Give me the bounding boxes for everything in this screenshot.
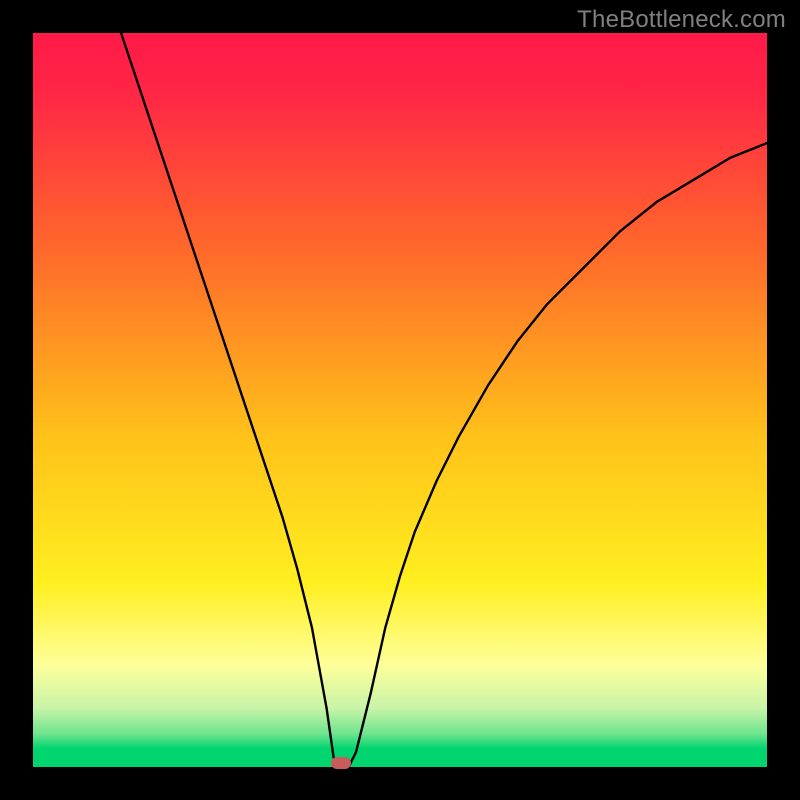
chart-frame: TheBottleneck.com — [0, 0, 800, 800]
bottleneck-curve — [33, 33, 767, 767]
watermark-text: TheBottleneck.com — [577, 6, 786, 34]
plot-area — [33, 33, 767, 767]
optimum-marker — [331, 757, 351, 769]
